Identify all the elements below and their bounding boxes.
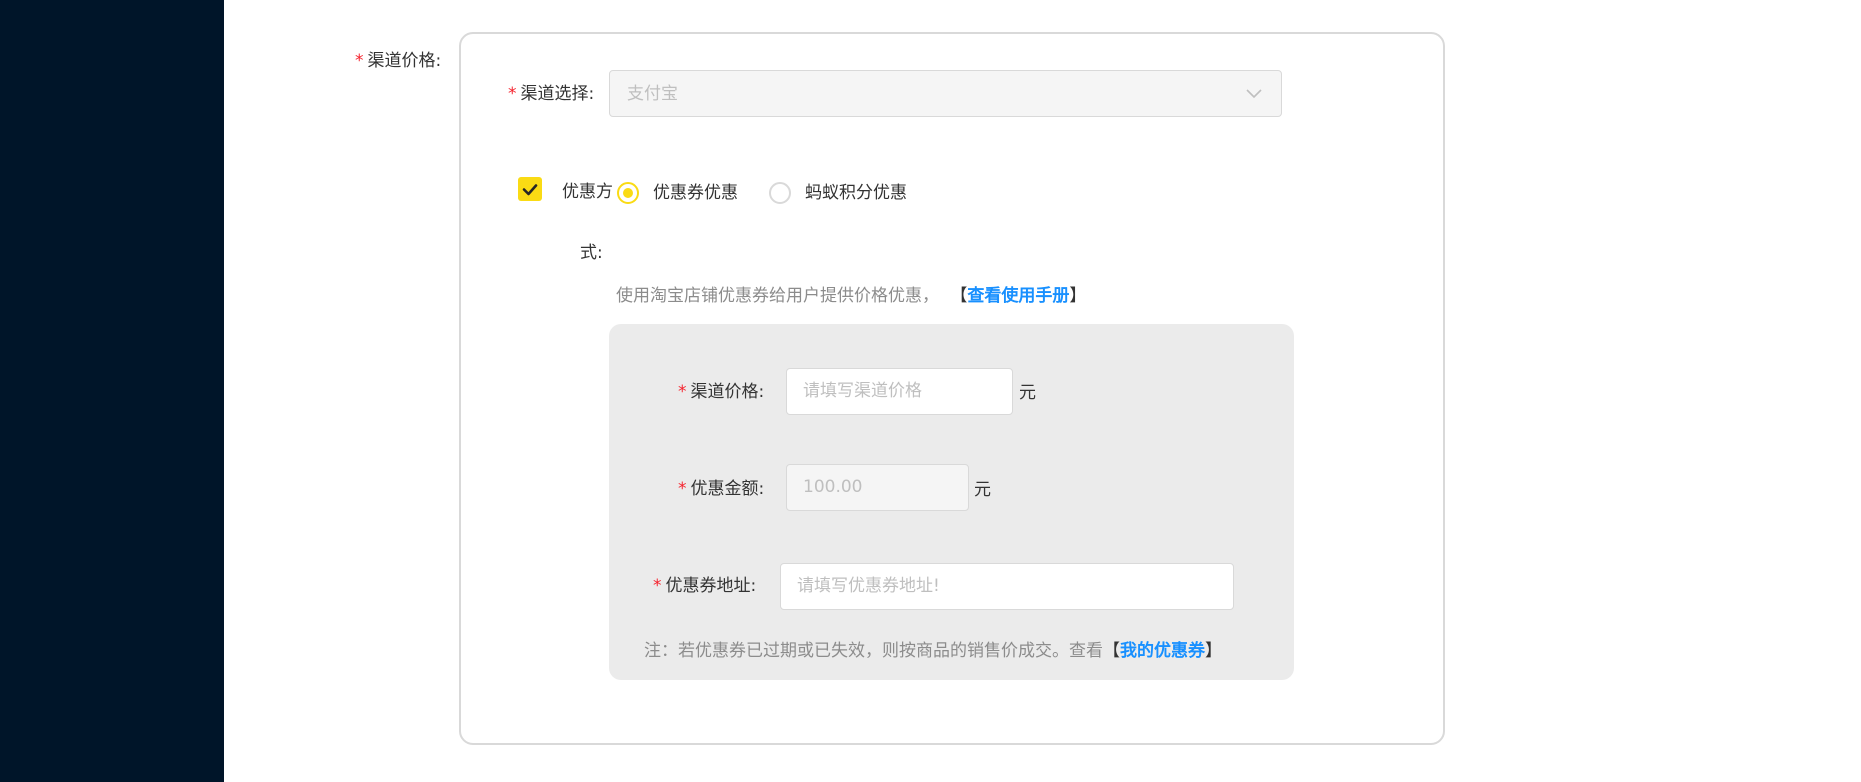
chevron-down-icon: [1246, 89, 1262, 99]
radio-coupon-discount[interactable]: [617, 182, 639, 204]
channel-price-label: * 渠道价格:: [355, 51, 442, 71]
radio-coupon-discount-label[interactable]: 优惠券优惠: [653, 181, 738, 205]
discount-amount-label: * 优惠金额:: [678, 479, 765, 499]
discount-method-label: 优惠方: [562, 182, 613, 202]
radio-ant-points-discount-label[interactable]: 蚂蚁积分优惠: [805, 181, 907, 205]
required-mark: *: [508, 84, 517, 104]
manual-link[interactable]: 查看使用手册: [967, 286, 1069, 306]
discount-checkbox[interactable]: [518, 177, 542, 201]
discount-method-label-cont: 式:: [580, 243, 603, 263]
required-mark: *: [653, 576, 662, 596]
price-unit: 元: [1019, 383, 1036, 403]
coupon-note: 注：若优惠券已过期或已失效，则按商品的销售价成交。查看【我的优惠券】: [644, 641, 1222, 661]
coupon-url-input[interactable]: 请填写优惠券地址!: [780, 563, 1234, 610]
required-mark: *: [678, 479, 687, 499]
radio-ant-points-discount[interactable]: [769, 182, 791, 204]
coupon-url-label: * 优惠券地址:: [653, 576, 757, 596]
check-icon: [522, 184, 538, 196]
required-mark: *: [678, 382, 687, 402]
channel-select[interactable]: 支付宝: [609, 70, 1282, 117]
channel-price-input[interactable]: 请填写渠道价格: [786, 368, 1013, 415]
sidebar: [0, 0, 224, 782]
discount-description: 使用淘宝店铺优惠券给用户提供价格优惠， 【查看使用手册】: [616, 286, 1087, 306]
required-mark: *: [355, 51, 364, 71]
channel-select-label: * 渠道选择:: [508, 84, 595, 104]
discount-amount-input[interactable]: 100.00: [786, 464, 969, 511]
channel-select-value: 支付宝: [627, 84, 678, 104]
coupon-price-label: * 渠道价格:: [678, 382, 765, 402]
amount-unit: 元: [974, 480, 991, 500]
my-coupons-link[interactable]: 我的优惠券: [1120, 641, 1205, 661]
